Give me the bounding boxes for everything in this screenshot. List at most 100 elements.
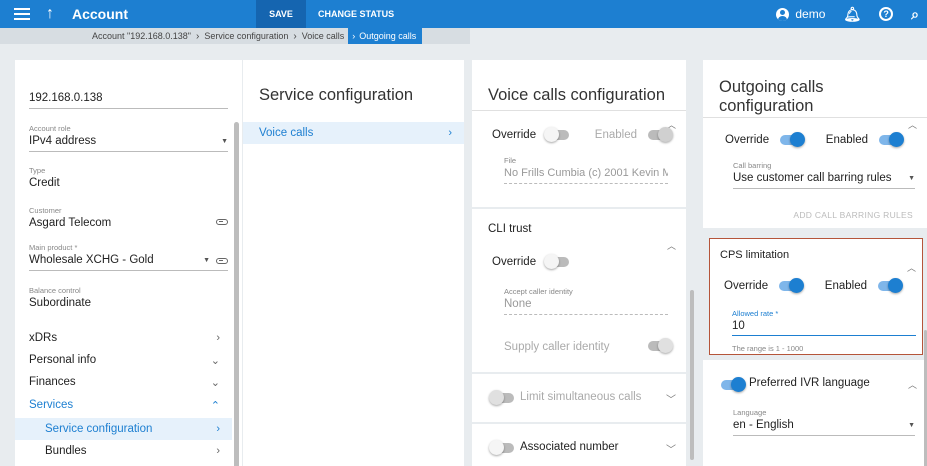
main-product-select[interactable]: Main product * Wholesale XCHG - Gold ▼ <box>29 243 228 271</box>
account-id-field[interactable]: 192.168.0.138 <box>29 90 228 109</box>
chevron-up-icon[interactable]: ︿ <box>667 239 676 252</box>
service-item-voice-calls[interactable]: Voice calls › <box>243 122 464 144</box>
dropdown-arrow-icon: ▼ <box>908 175 915 182</box>
user-menu[interactable]: demo <box>776 7 825 21</box>
chevron-up-icon[interactable]: ︿ <box>907 261 916 274</box>
chevron-up-icon[interactable]: ︿ <box>908 118 917 131</box>
override-label: Override <box>492 255 537 268</box>
enabled-toggle[interactable] <box>648 126 674 142</box>
chevron-down-icon[interactable]: ﹀ <box>666 391 676 406</box>
chevron-down-icon[interactable]: ﹀ <box>666 441 676 456</box>
type-label: Type <box>29 166 46 175</box>
limit-simultaneous-calls-toggle[interactable] <box>489 390 514 405</box>
account-id-value: 192.168.0.138 <box>29 92 103 104</box>
chevron-up-icon[interactable]: ︿ <box>908 378 917 391</box>
cps-enabled-toggle[interactable] <box>878 277 904 293</box>
page-title: Account <box>72 6 128 22</box>
top-right-tools: demo 🔔︎ ? ⌕ <box>776 0 919 28</box>
outgoing-calls-panel: Outgoing calls configuration ︿ Override … <box>703 60 927 466</box>
associated-number-toggle[interactable] <box>489 440 514 455</box>
account-panel-scrollbar[interactable] <box>234 122 239 466</box>
balance-control-field: Balance control Subordinate <box>29 286 228 309</box>
service-configuration-panel: Service configuration Voice calls › <box>243 60 464 466</box>
account-role-select[interactable]: Account role IPv4 address ▼ <box>29 124 228 152</box>
cps-override-toggle[interactable] <box>779 277 805 293</box>
bell-icon[interactable]: 🔔︎ <box>843 7 861 21</box>
breadcrumb-separator: › <box>293 30 297 42</box>
nav-item-personal-info[interactable]: Personal info ⌄ <box>15 349 232 371</box>
nav-item-service-configuration[interactable]: Service configuration › <box>15 418 232 440</box>
change-status-button[interactable]: CHANGE STATUS <box>318 0 394 28</box>
user-icon <box>776 7 790 21</box>
cli-trust-card: CLI trust ︿ Override Accept caller ident… <box>472 209 686 372</box>
breadcrumb-active-label: Outgoing calls <box>359 31 417 41</box>
cli-override-toggle[interactable] <box>544 253 570 269</box>
account-role-label: Account role <box>29 124 71 133</box>
language-select[interactable]: Language en - English ▼ <box>733 408 915 436</box>
chevron-right-icon: › <box>216 332 220 344</box>
add-call-barring-rules-button[interactable]: ADD CALL BARRING RULES <box>793 210 913 220</box>
cps-limitation-card: CPS limitation ︿ Override Enabled Allowe… <box>709 238 923 355</box>
allowed-rate-label: Allowed rate * <box>732 309 779 318</box>
preferred-ivr-toggle[interactable] <box>721 377 746 392</box>
nav-item-services[interactable]: Services ⌃ <box>15 394 232 416</box>
breadcrumb-service-configuration[interactable]: Service configuration <box>204 31 288 41</box>
override-toggle-row: Override Enabled <box>492 126 674 142</box>
balance-control-label: Balance control <box>29 286 81 295</box>
outgoing-title-line1: Outgoing calls <box>719 78 824 96</box>
menu-icon[interactable] <box>14 8 30 20</box>
call-barring-value: Use customer call barring rules <box>733 172 892 184</box>
preferred-ivr-card: Preferred IVR language ︿ Language en - E… <box>703 360 927 466</box>
user-name: demo <box>795 7 826 21</box>
save-button[interactable]: SAVE <box>256 0 306 28</box>
balance-control-value: Subordinate <box>29 297 92 309</box>
supply-caller-identity-label: Supply caller identity <box>504 340 610 353</box>
outgoing-calls-title: Outgoing calls configuration <box>719 78 824 116</box>
file-field: File No Frills Cumbia (c) 2001 Kevin Mac… <box>504 156 668 184</box>
allowed-rate-hint: The range is 1 - 1000 <box>732 344 804 353</box>
outgoing-enabled-toggle[interactable] <box>879 131 905 147</box>
supply-caller-identity-row: Supply caller identity <box>504 338 674 353</box>
voice-calls-title: Voice calls configuration <box>488 86 666 104</box>
cps-limitation-title: CPS limitation <box>720 249 790 261</box>
nav-item-xdrs[interactable]: xDRs › <box>15 327 232 349</box>
customer-field: Customer Asgard Telecom <box>29 206 228 229</box>
breadcrumb-separator: › <box>195 30 200 42</box>
breadcrumb-account[interactable]: Account "192.168.0.138" <box>92 31 191 41</box>
chevron-up-icon: ⌃ <box>210 399 220 412</box>
arrow-up-icon[interactable]: ↑ <box>46 5 54 23</box>
nav-item-label: Services <box>29 399 74 411</box>
associated-number-label: Associated number <box>520 441 619 453</box>
accept-caller-identity-field: Accept caller identity None <box>504 287 668 315</box>
breadcrumb-voice-calls[interactable]: Voice calls <box>302 31 345 41</box>
nav-item-finances[interactable]: Finances ⌄ <box>15 371 232 393</box>
call-barring-select[interactable]: Call barring Use customer call barring r… <box>733 161 915 189</box>
accept-caller-identity-value: None <box>504 298 532 310</box>
search-icon[interactable]: ⌕ <box>911 7 919 21</box>
override-label: Override <box>724 279 769 292</box>
nav-item-bundles[interactable]: Bundles › <box>15 440 232 462</box>
supply-caller-identity-toggle[interactable] <box>648 338 673 353</box>
chevron-right-icon: › <box>448 127 452 139</box>
voice-calls-panel: Voice calls configuration ︿ Override Ena… <box>472 60 696 466</box>
link-icon[interactable] <box>216 219 228 225</box>
account-role-value: IPv4 address <box>29 135 97 147</box>
help-icon[interactable]: ? <box>879 7 894 21</box>
voice-panel-scrollbar[interactable] <box>690 290 694 460</box>
call-barring-label: Call barring <box>733 161 772 170</box>
allowed-rate-input[interactable]: Allowed rate * 10 <box>732 309 916 336</box>
main-product-label: Main product * <box>29 243 78 252</box>
override-toggle[interactable] <box>544 126 570 142</box>
file-label: File <box>504 156 517 165</box>
divider <box>472 110 686 111</box>
nav-item-label: Service configuration <box>45 423 153 435</box>
outgoing-override-toggle[interactable] <box>780 131 806 147</box>
enabled-label: Enabled <box>824 279 868 292</box>
language-value: en - English <box>733 419 794 431</box>
link-icon[interactable] <box>216 258 228 264</box>
breadcrumb-outgoing-calls[interactable]: › Outgoing calls <box>348 28 423 44</box>
breadcrumb: Account "192.168.0.138" › Service config… <box>0 28 470 44</box>
limit-simultaneous-calls-card: Limit simultaneous calls ﹀ <box>472 374 686 422</box>
cps-override-row: Override Enabled <box>724 277 904 293</box>
chevron-right-icon: › <box>216 423 220 435</box>
